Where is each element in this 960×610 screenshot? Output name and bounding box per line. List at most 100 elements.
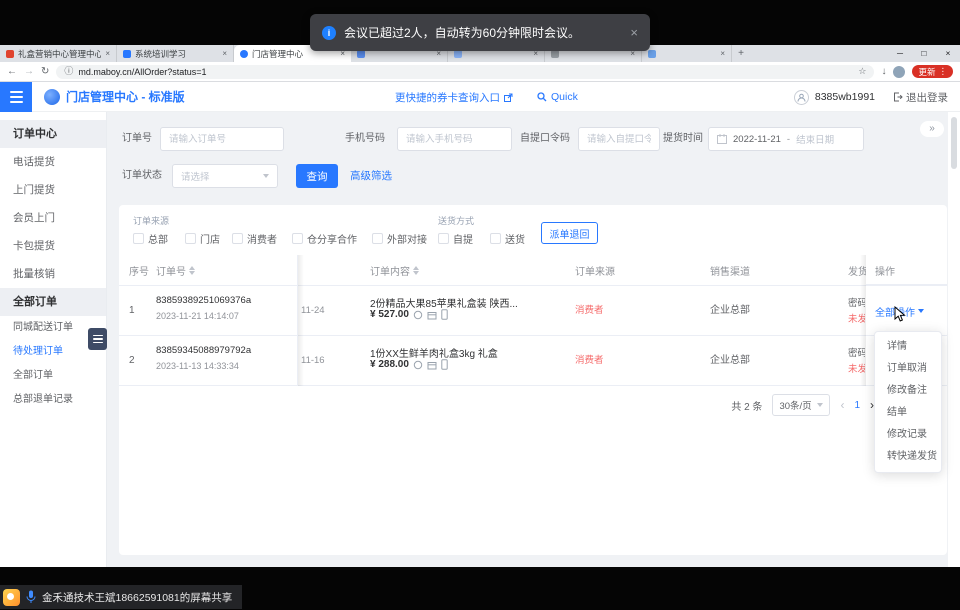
bookmark-star-icon[interactable]: ☆ xyxy=(858,67,866,76)
browser-window: 礼盒营销中心管理中心 × 系统培训学习 × 门店管理中心 × × × xyxy=(0,45,960,567)
cell-created-time: 2023-11-21 14:14:07 xyxy=(156,311,239,321)
total-count: 共 2 条 xyxy=(731,398,762,413)
tab-close-icon[interactable]: × xyxy=(720,49,725,58)
new-tab-button[interactable]: + xyxy=(732,45,750,62)
col-channel: 销售渠道 xyxy=(710,255,750,286)
cell-price-row: ¥ 527.00 xyxy=(370,309,448,320)
cell-channel: 企业总部 xyxy=(710,336,750,386)
tab-close-icon[interactable]: × xyxy=(222,49,227,58)
tab-favicon xyxy=(648,50,656,58)
scrollbar-thumb[interactable] xyxy=(951,117,957,169)
order-no-input[interactable] xyxy=(160,127,284,151)
maximize-button[interactable]: □ xyxy=(912,45,936,62)
hamburger-icon xyxy=(93,335,103,337)
meeting-toast: i 会议已超过2人，自动转为60分钟限时会议。 × xyxy=(310,14,650,51)
phone-label: 手机号码 xyxy=(345,127,385,151)
external-link-icon xyxy=(504,93,513,102)
sidebar-item-card-pickup[interactable]: 卡包提货 xyxy=(0,232,106,260)
quick-search-link[interactable]: Quick xyxy=(537,82,578,112)
menu-toggle-button[interactable] xyxy=(0,82,32,112)
minimize-button[interactable]: ─ xyxy=(888,45,912,62)
browser-menu-icon[interactable]: ⋮ xyxy=(939,66,948,77)
menu-item-edit-remark[interactable]: 修改备注 xyxy=(875,380,941,402)
user-avatar[interactable] xyxy=(794,90,809,105)
logout-button[interactable]: 退出登录 xyxy=(893,90,948,105)
sidebar-item-all-orders[interactable]: 全部订单 xyxy=(0,364,106,388)
cell-price-row: ¥ 288.00 xyxy=(370,359,448,370)
pickup-code-label: 自提口令码 xyxy=(520,127,570,151)
share-text: 金禾通技术王斌18662591081的屏幕共享 xyxy=(42,590,232,605)
browser-tab[interactable]: 礼盒营销中心管理中心 × xyxy=(0,45,117,62)
filter-checkbox-external[interactable]: 外部对接 xyxy=(372,229,427,247)
mobile-icon xyxy=(441,359,448,370)
app-logo-icon xyxy=(44,89,60,105)
menu-item-cancel-order[interactable]: 订单取消 xyxy=(875,358,941,380)
sort-icon[interactable] xyxy=(413,266,419,275)
address-bar[interactable]: ⓘ md.maboy.cn/AllOrder?status=1 ☆ xyxy=(56,65,874,79)
order-source-filter-label: 订单来源 xyxy=(133,214,169,227)
sidebar-section-order-center: 订单中心 xyxy=(0,120,106,148)
page-number[interactable]: 1 xyxy=(854,400,860,411)
tab-close-icon[interactable]: × xyxy=(105,49,110,58)
pickup-code-input[interactable] xyxy=(578,127,660,151)
cell-content: 1份XX生鲜羊肉礼盒3kg 礼盒 xyxy=(370,345,565,360)
cell-no: 2 xyxy=(129,336,135,386)
browser-profile-avatar[interactable] xyxy=(893,66,905,78)
sidebar-item-hq-return-records[interactable]: 总部退单记录 xyxy=(0,388,106,412)
dispatch-return-button[interactable]: 派单退回 xyxy=(541,222,598,244)
cell-order-no: 83859389251069376a xyxy=(156,295,251,306)
menu-item-details[interactable]: 详情 xyxy=(875,336,941,358)
filter-collapse-button[interactable]: » xyxy=(920,121,944,137)
sidebar-expand-button[interactable] xyxy=(88,328,107,350)
date-range-picker[interactable]: 2022-11-21 - 结束日期 xyxy=(708,127,864,151)
filter-checkbox-consumer[interactable]: 消费者 xyxy=(232,229,277,247)
gift-box-icon xyxy=(427,310,437,320)
menu-item-close-order[interactable]: 结单 xyxy=(875,402,941,424)
cell-order-no: 83859345088979792a xyxy=(156,345,251,356)
table-row: 1 83859389251069376a 2023-11-21 14:14:07… xyxy=(119,286,947,336)
col-order-no: 订单号 xyxy=(156,255,195,286)
browser-tab[interactable]: 系统培训学习 × xyxy=(117,45,234,62)
phone-input[interactable] xyxy=(397,127,512,151)
checkbox-icon xyxy=(490,233,501,244)
advanced-filter-link[interactable]: 高级筛选 xyxy=(350,164,392,188)
menu-item-express-ship[interactable]: 转快递发货 xyxy=(875,446,941,468)
filter-checkbox-delivery[interactable]: 送货 xyxy=(490,229,525,247)
back-button[interactable]: ← xyxy=(7,67,17,77)
browser-update-button[interactable]: 更新 ⋮ xyxy=(912,65,953,78)
window-close-button[interactable]: × xyxy=(936,45,960,62)
url-text: md.maboy.cn/AllOrder?status=1 xyxy=(78,67,853,77)
operations-menu: 详情 订单取消 修改备注 结单 修改记录 转快递发货 xyxy=(874,331,942,473)
reload-button[interactable]: ↻ xyxy=(41,67,49,77)
sidebar-item-phone-pickup[interactable]: 电话提货 xyxy=(0,148,106,176)
browser-toolbar: ← → ↻ ⓘ md.maboy.cn/AllOrder?status=1 ☆ … xyxy=(0,62,960,82)
sidebar-item-member-visit[interactable]: 会员上门 xyxy=(0,204,106,232)
filter-checkbox-share-coop[interactable]: 仓分享合作 xyxy=(292,229,357,247)
download-icon[interactable]: ↓ xyxy=(881,67,886,77)
sidebar-item-door-pickup[interactable]: 上门提货 xyxy=(0,176,106,204)
prev-page-button[interactable]: ‹ xyxy=(840,398,844,412)
menu-item-edit-history[interactable]: 修改记录 xyxy=(875,424,941,446)
table-row: 2 83859345088979792a 2023-11-13 14:33:34… xyxy=(119,336,947,386)
username: 8385wb1991 xyxy=(815,91,875,103)
order-no-label: 订单号 xyxy=(122,127,152,151)
order-status-value: 请选择 xyxy=(181,169,210,183)
checkbox-icon xyxy=(292,233,303,244)
page-size-select[interactable]: 30条/页 xyxy=(772,394,830,416)
site-info-icon[interactable]: ⓘ xyxy=(64,67,73,76)
checkbox-icon xyxy=(232,233,243,244)
filter-checkbox-self-pickup[interactable]: 自提 xyxy=(438,229,473,247)
browser-tab[interactable]: × xyxy=(642,45,732,62)
sort-icon[interactable] xyxy=(189,266,195,275)
checkbox-icon xyxy=(438,233,449,244)
toast-close-button[interactable]: × xyxy=(630,25,638,40)
tab-favicon xyxy=(240,50,248,58)
order-status-select[interactable]: 请选择 xyxy=(172,164,278,188)
coupon-query-link[interactable]: 更快捷的券卡查询入口 xyxy=(395,82,513,112)
filter-checkbox-hq[interactable]: 总部 xyxy=(133,229,168,247)
forward-button[interactable]: → xyxy=(24,67,34,77)
filter-checkbox-store[interactable]: 门店 xyxy=(185,229,220,247)
sidebar-item-batch-verify[interactable]: 批量核销 xyxy=(0,260,106,288)
query-button[interactable]: 查询 xyxy=(296,164,338,188)
pickup-time-label: 提货时间 xyxy=(663,127,703,151)
